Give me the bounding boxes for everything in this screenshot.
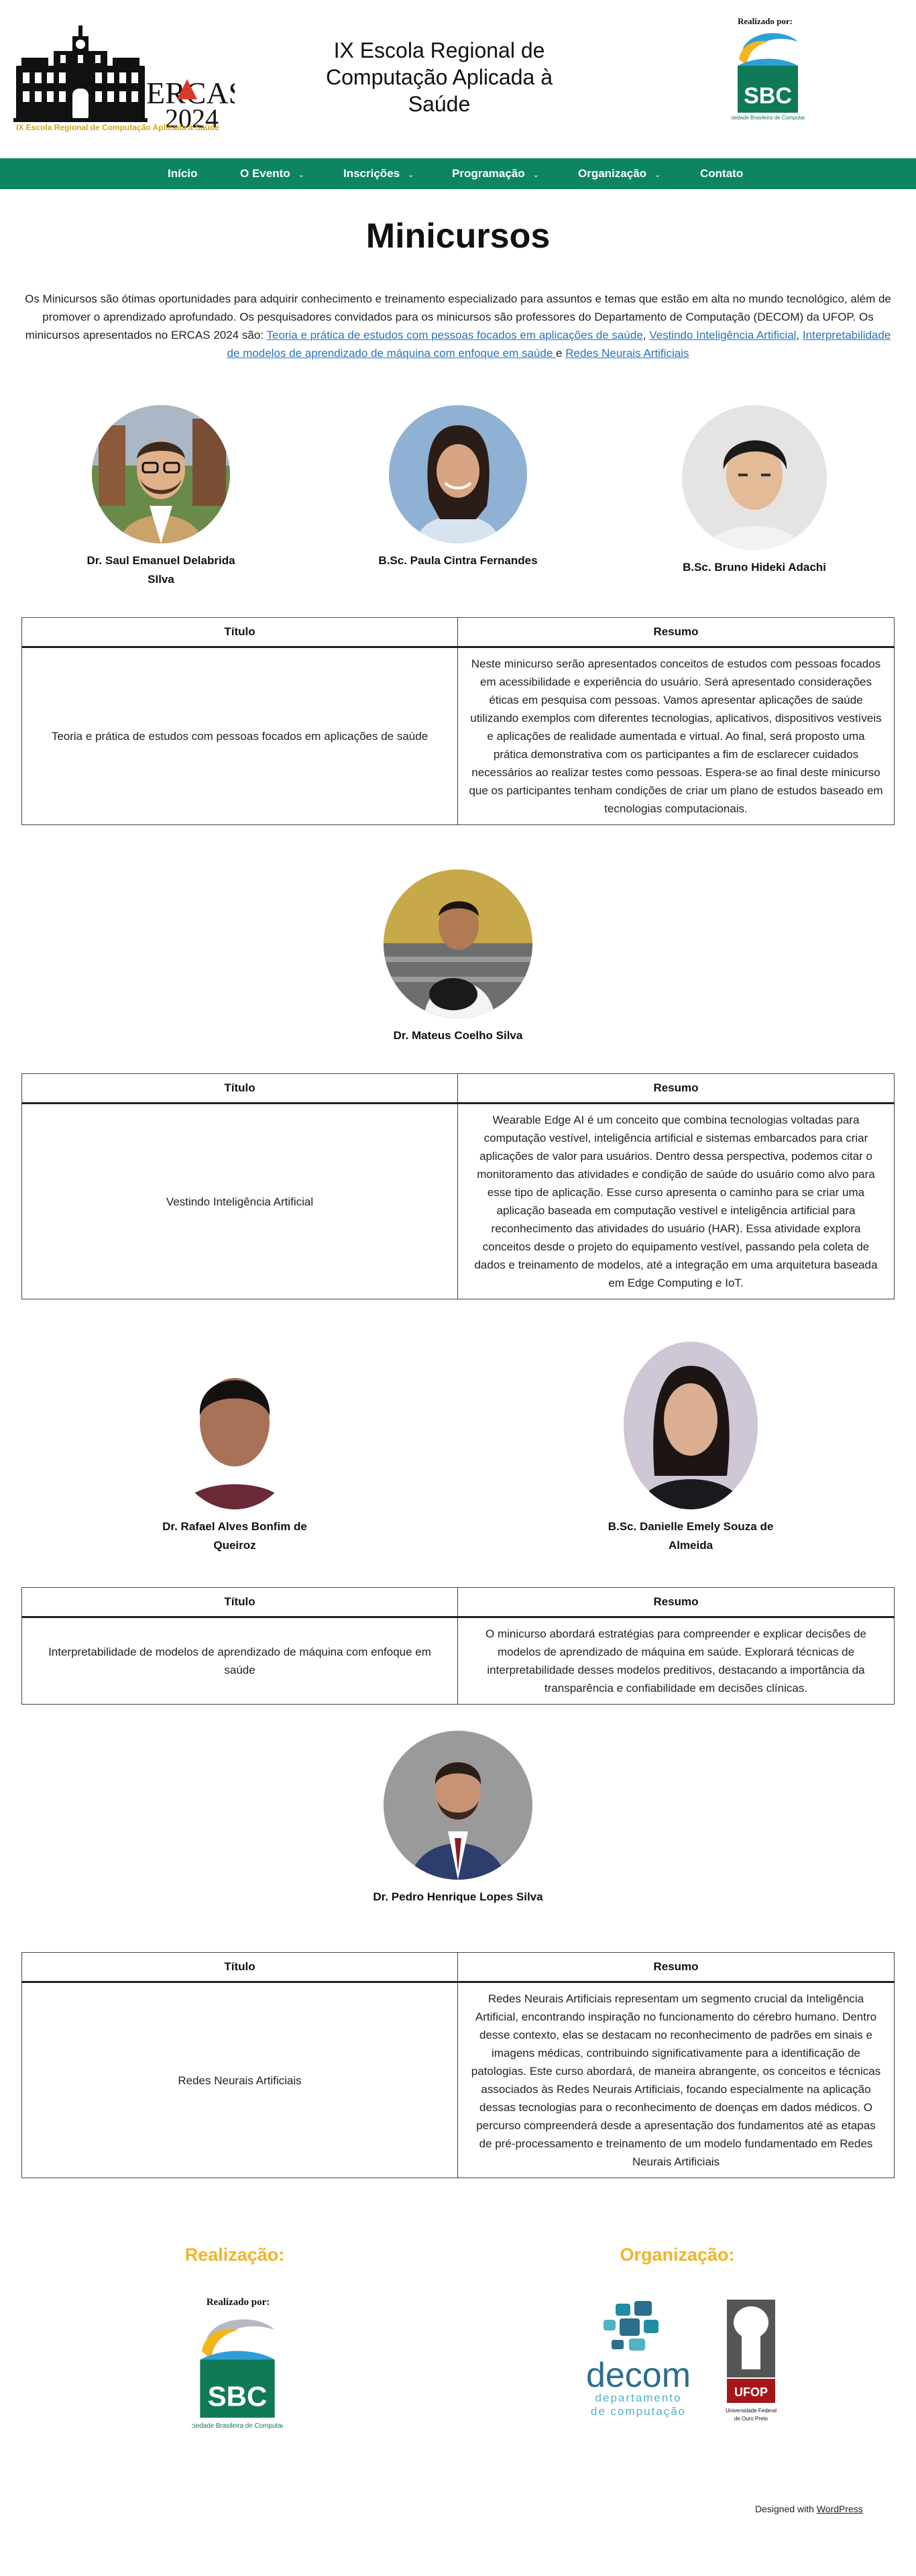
- course-table: Título Resumo Interpretabilidade de model…: [21, 1587, 895, 1705]
- svg-text:de Ouro Preto: de Ouro Preto: [734, 2416, 768, 2422]
- chevron-down-icon: ⌄: [654, 171, 661, 179]
- speaker-name: Dr. Pedro Henrique Lopes Silva: [373, 1890, 543, 1903]
- course-summary: Neste minicurso serão apresentados conce…: [457, 647, 895, 825]
- main-nav: Início O Evento ⌄ Inscrições ⌄ Programação…: [0, 158, 916, 189]
- speaker-name: Dr. Mateus Coelho Silva: [393, 1029, 523, 1042]
- column-header-title: Título: [21, 1587, 458, 1618]
- course-link-1[interactable]: Teoria e prática de estudos com pessoas …: [266, 329, 642, 341]
- course-title: Redes Neurais Artificiais: [21, 1982, 458, 2178]
- speaker-name: B.Sc. Paula Cintra Fernandes: [378, 554, 538, 567]
- svg-text:SBC: SBC: [744, 83, 792, 109]
- speaker-photo: [624, 1342, 758, 1509]
- nav-item-contato[interactable]: Contato: [700, 158, 743, 189]
- speaker-photo: [384, 869, 532, 1018]
- separator: ,: [796, 329, 803, 341]
- realizacao-heading: Realização:: [184, 2245, 285, 2265]
- column-header-title: Título: [21, 617, 458, 648]
- course-table: Título Resumo Teoria e prática de estudos…: [21, 617, 895, 825]
- speaker-name: Dr. Rafael Alves Bonfim de Queiroz: [162, 1520, 307, 1552]
- speaker-card: Dr. Saul Emanuel Delabrida SIlva: [80, 405, 241, 589]
- decom-logo: decom departamento de computação: [586, 2301, 691, 2418]
- course-summary: Wearable Edge AI é um conceito que combi…: [457, 1103, 895, 1299]
- nav-item-programacao[interactable]: Programação ⌄: [452, 158, 539, 189]
- nav-item-inscricoes[interactable]: Inscrições ⌄: [343, 158, 414, 189]
- separator: ,: [642, 329, 650, 341]
- column-header-summary: Resumo: [457, 617, 895, 648]
- course-table: Título Resumo Redes Neurais Artificiais Re…: [21, 1952, 895, 2178]
- ercas-logo[interactable]: ERCAS 2024: [13, 24, 235, 138]
- nav-item-inicio[interactable]: Início: [168, 158, 197, 189]
- speaker-card: B.Sc. Paula Cintra Fernandes: [378, 405, 538, 570]
- sbc-logo: SBC Sociedade Brasileira de Computação: [731, 33, 805, 121]
- chevron-down-icon: ⌄: [532, 171, 539, 179]
- page-title: Minicursos: [365, 217, 551, 256]
- column-header-title: Título: [21, 1073, 458, 1104]
- speaker-name: Dr. Saul Emanuel Delabrida SIlva: [87, 554, 235, 586]
- speaker-photo: [92, 405, 230, 543]
- speaker-name: B.Sc. Bruno Hideki Adachi: [683, 561, 826, 574]
- speaker-card: Dr. Rafael Alves Bonfim de Queiroz: [148, 1342, 322, 1555]
- svg-text:UFOP: UFOP: [734, 2385, 768, 2399]
- table-row: Teoria e prática de estudos com pessoas …: [21, 647, 895, 825]
- svg-text:de computação: de computação: [591, 2405, 686, 2418]
- course-title: Interpretabilidade de modelos de aprendi…: [21, 1617, 458, 1705]
- svg-text:Universidade Federal: Universidade Federal: [726, 2408, 777, 2414]
- site-header: ERCAS 2024 IX Escola Regional de Computa…: [0, 0, 916, 158]
- speaker-photo: [384, 1731, 532, 1880]
- svg-text:departamento: departamento: [595, 2392, 682, 2404]
- column-header-summary: Resumo: [457, 1587, 895, 1618]
- speaker-card: B.Sc. Danielle Emely Souza de Almeida: [604, 1342, 778, 1555]
- sbc-logo: SBC Sociedade Brasileira de Computação: [192, 2319, 283, 2430]
- table-row: Vestindo Inteligência Artificial Wearable…: [21, 1103, 895, 1299]
- credit-text: Designed with: [755, 2504, 817, 2514]
- course-summary: Redes Neurais Artificiais representam um…: [457, 1982, 895, 2178]
- chevron-down-icon: ⌄: [298, 171, 304, 179]
- svg-text:Sociedade Brasileira de Comput: Sociedade Brasileira de Computação: [192, 2422, 283, 2430]
- speaker-photo: [682, 405, 827, 550]
- course-link-4[interactable]: Redes Neurais Artificiais: [565, 347, 689, 360]
- realizado-label: Realizado por:: [738, 16, 793, 26]
- speaker-card: Dr. Mateus Coelho Silva: [362, 869, 554, 1045]
- separator: e: [556, 347, 566, 360]
- column-header-title: Título: [21, 1952, 458, 1983]
- course-summary: O minicurso abordará estratégias para co…: [457, 1617, 895, 1705]
- organizacao-heading: Organização:: [620, 2245, 735, 2265]
- table-row: Interpretabilidade de modelos de aprendi…: [21, 1617, 895, 1705]
- svg-text:SBC: SBC: [208, 2381, 268, 2412]
- speaker-card: B.Sc. Bruno Hideki Adachi: [664, 405, 845, 577]
- chevron-down-icon: ⌄: [408, 171, 414, 179]
- designed-with-credit: Designed with WordPress: [755, 2504, 863, 2514]
- column-header-summary: Resumo: [457, 1073, 895, 1104]
- column-header-summary: Resumo: [457, 1952, 895, 1983]
- table-row: Redes Neurais Artificiais Redes Neurais A…: [21, 1982, 895, 2178]
- nav-item-o-evento[interactable]: O Evento ⌄: [240, 158, 304, 189]
- ufop-logo: UFOP Universidade Federal de Ouro Preto: [726, 2300, 777, 2422]
- speaker-photo: [168, 1342, 302, 1509]
- course-title: Teoria e prática de estudos com pessoas …: [21, 647, 458, 825]
- svg-text:decom: decom: [586, 2356, 691, 2395]
- site-title[interactable]: IX Escola Regional de Computação Aplicad…: [308, 37, 570, 117]
- speaker-photo: [389, 405, 527, 543]
- course-link-2[interactable]: Vestindo Inteligência Artificial: [649, 329, 796, 341]
- speaker-name: B.Sc. Danielle Emely Souza de Almeida: [608, 1520, 774, 1552]
- course-title: Vestindo Inteligência Artificial: [21, 1103, 458, 1299]
- speaker-card: Dr. Pedro Henrique Lopes Silva: [362, 1731, 554, 1907]
- svg-text:Sociedade Brasileira de Comput: Sociedade Brasileira de Computação: [731, 115, 805, 121]
- logo-tagline: IX Escola Regional de Computação Aplicad…: [16, 123, 219, 132]
- intro-paragraph: Os Minicursos são ótimas oportunidades p…: [24, 290, 892, 362]
- realizado-label: Realizado por:: [206, 2297, 270, 2308]
- wordpress-link[interactable]: WordPress: [817, 2504, 863, 2514]
- nav-item-organizacao[interactable]: Organização ⌄: [578, 158, 661, 189]
- course-table: Título Resumo Vestindo Inteligência Artif…: [21, 1073, 895, 1299]
